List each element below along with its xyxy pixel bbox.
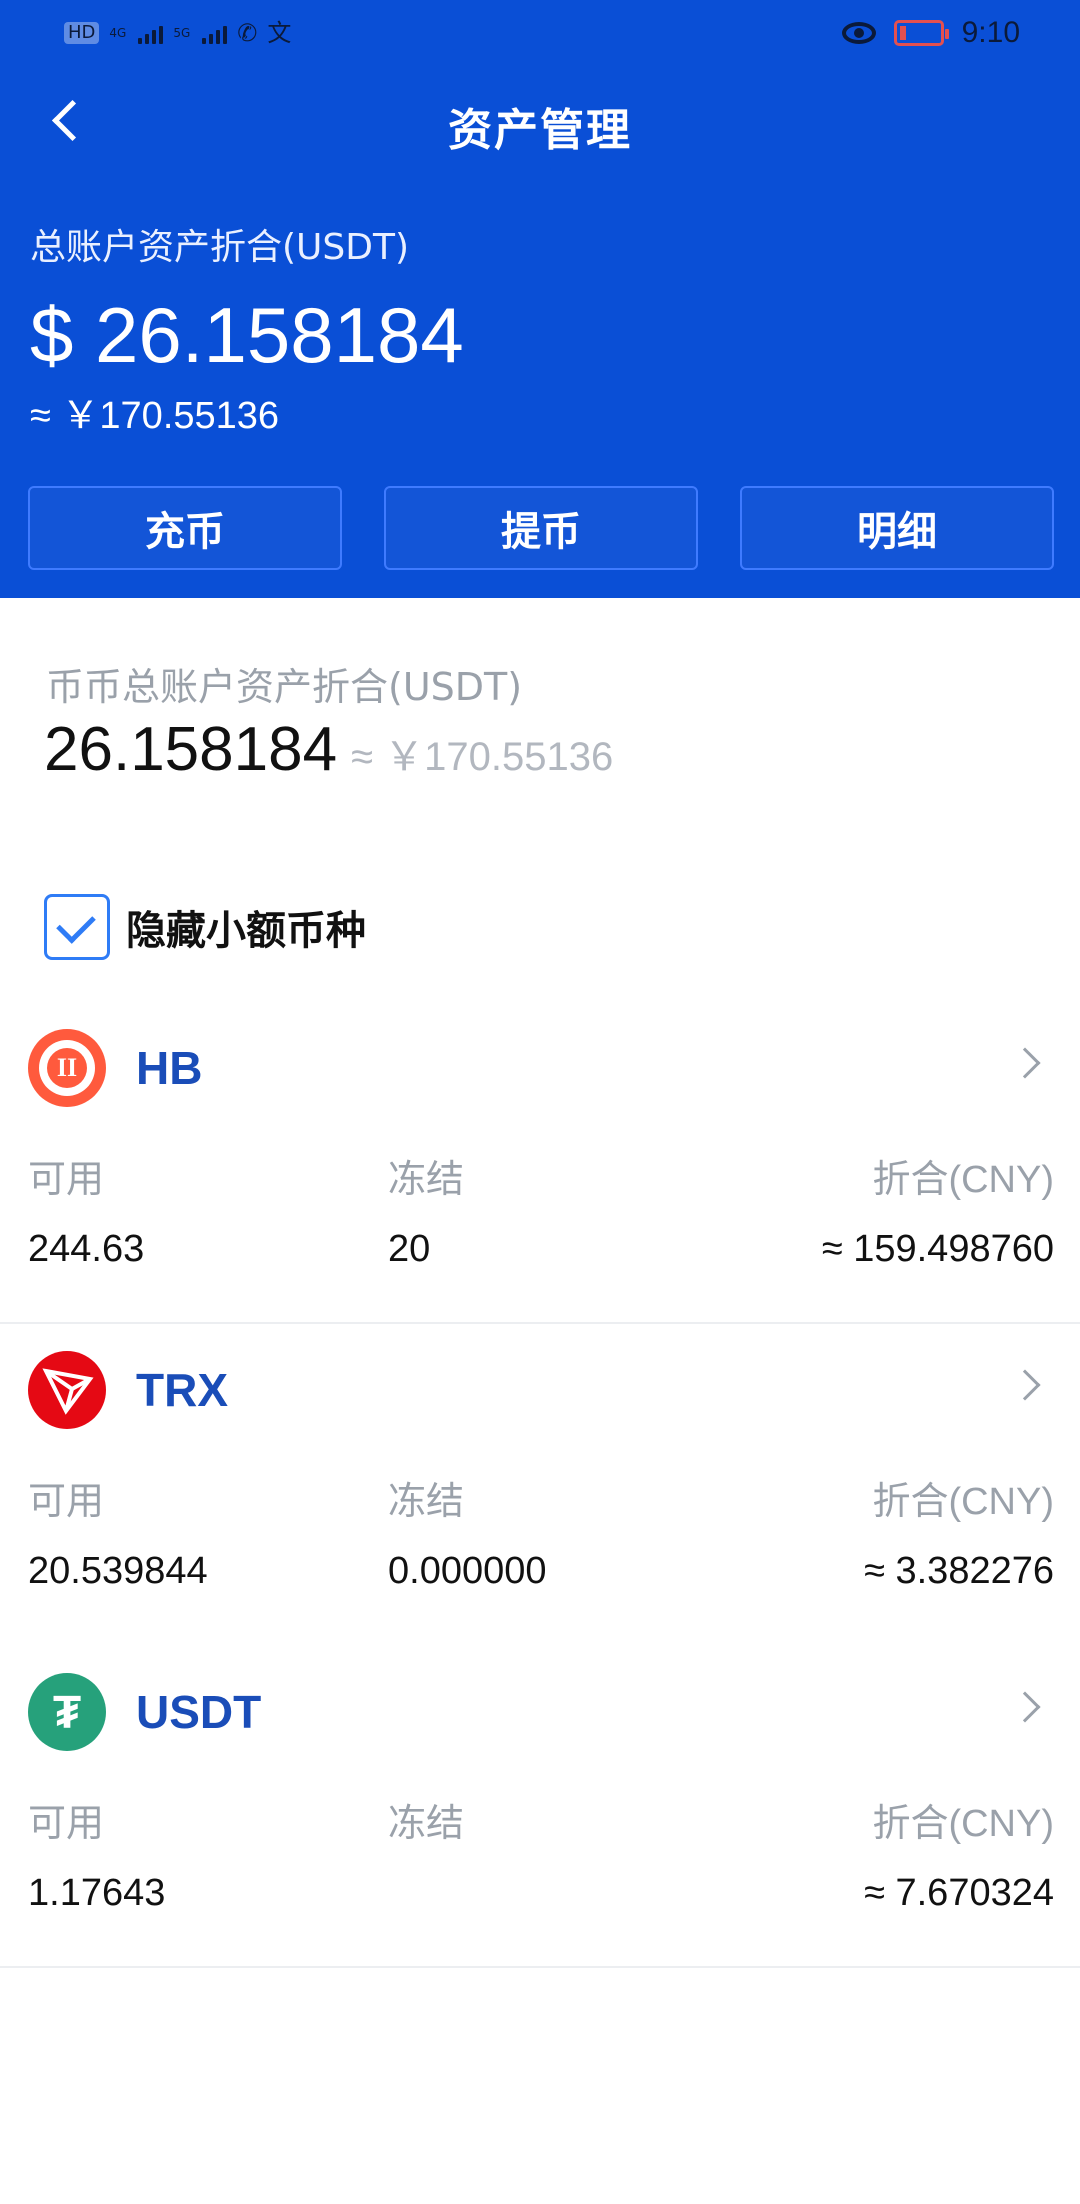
network-label-1: 4G — [109, 26, 127, 40]
signal-icon — [138, 22, 164, 44]
coin-header: ₮ USDT — [28, 1672, 261, 1752]
equivalent-value: ≈ 159.498760 — [821, 1228, 1054, 1270]
nav-bar: 资产管理 — [0, 80, 1080, 160]
available-label: 可用 — [28, 1481, 105, 1523]
frozen-value: 0.000000 — [388, 1550, 547, 1592]
spot-assets-cny: ≈ ￥170.55136 — [351, 735, 614, 779]
equivalent-label: 折合(CNY) — [872, 1803, 1054, 1845]
check-icon — [56, 904, 96, 944]
coin-header: II HB — [28, 1028, 202, 1108]
hide-small-label: 隐藏小额币种 — [126, 908, 366, 954]
chevron-right-icon[interactable] — [1009, 1691, 1041, 1723]
usdt-logo-icon: ₮ — [28, 1673, 106, 1751]
frozen-value: 20 — [388, 1228, 431, 1270]
available-value: 1.17643 — [28, 1872, 166, 1914]
available-value: 20.539844 — [28, 1550, 208, 1592]
hide-small-checkbox[interactable] — [44, 894, 110, 960]
action-buttons: 充币 提币 明细 — [28, 486, 1054, 570]
available-label: 可用 — [28, 1803, 105, 1845]
hb-mark-icon: II — [56, 1053, 78, 1082]
coin-item-usdt[interactable]: ₮ USDT 可用 冻结 折合(CNY) 1.17643 ≈ 7.670324 — [0, 1672, 1080, 1968]
frozen-label: 冻结 — [388, 1159, 465, 1201]
frozen-label: 冻结 — [388, 1481, 465, 1523]
available-value: 244.63 — [28, 1228, 145, 1270]
asset-management-page: HD 4G 5G ✆ 文 9:10 资产管理 总账户资产折合(USDT) $ 2… — [0, 0, 1080, 2204]
equivalent-value: ≈ 3.382276 — [864, 1550, 1054, 1592]
spot-assets-row: 26.158184 ≈ ￥170.55136 — [44, 714, 613, 785]
status-time: 9:10 — [961, 16, 1020, 49]
page-title: 资产管理 — [448, 105, 632, 156]
chevron-right-icon[interactable] — [1009, 1047, 1041, 1079]
details-button[interactable]: 明细 — [740, 486, 1054, 570]
status-left: HD 4G 5G ✆ 文 — [64, 16, 291, 50]
divider — [0, 1966, 1080, 1968]
coin-header: TRX — [28, 1350, 228, 1430]
equivalent-label: 折合(CNY) — [872, 1159, 1054, 1201]
header: HD 4G 5G ✆ 文 9:10 资产管理 总账户资产折合(USDT) $ 2… — [0, 0, 1080, 598]
hd-badge: HD — [64, 22, 100, 44]
total-assets-cny: ≈ ￥170.55136 — [30, 395, 280, 437]
status-bar: HD 4G 5G ✆ 文 9:10 — [0, 0, 1080, 66]
coin-symbol: USDT — [136, 1686, 262, 1738]
frozen-label: 冻结 — [388, 1803, 465, 1845]
hide-small-toggle[interactable]: 隐藏小额币种 — [44, 894, 366, 960]
divider — [0, 1322, 1080, 1324]
spot-assets-label: 币币总账户资产折合(USDT) — [46, 665, 523, 709]
translate-icon: 文 — [267, 19, 292, 47]
coin-item-trx[interactable]: TRX 可用 冻结 折合(CNY) 20.539844 0.000000 ≈ 3… — [0, 1350, 1080, 1646]
equivalent-value: ≈ 7.670324 — [864, 1872, 1054, 1914]
withdraw-button[interactable]: 提币 — [384, 486, 698, 570]
coin-symbol: TRX — [136, 1364, 228, 1416]
trx-logo-icon — [28, 1351, 106, 1429]
battery-icon — [893, 20, 949, 46]
hb-logo-icon: II — [28, 1029, 106, 1107]
eye-icon — [841, 22, 876, 44]
tether-mark-icon: ₮ — [52, 1686, 82, 1738]
coin-symbol: HB — [136, 1042, 203, 1094]
status-right: 9:10 — [841, 14, 1020, 52]
spot-assets-value: 26.158184 — [44, 715, 338, 784]
total-assets-usd: $ 26.158184 — [30, 291, 464, 379]
coin-item-hb[interactable]: II HB 可用 冻结 折合(CNY) 244.63 20 ≈ 159.4987… — [0, 1028, 1080, 1324]
network-label-2: 5G — [173, 26, 191, 40]
signal-icon — [202, 22, 228, 44]
deposit-button[interactable]: 充币 — [28, 486, 342, 570]
phone-call-icon: ✆ — [237, 19, 258, 47]
total-assets-label: 总账户资产折合(USDT) — [30, 227, 410, 268]
chevron-right-icon[interactable] — [1009, 1369, 1041, 1401]
available-label: 可用 — [28, 1159, 105, 1201]
trx-mark-icon — [42, 1368, 94, 1415]
equivalent-label: 折合(CNY) — [872, 1481, 1054, 1523]
